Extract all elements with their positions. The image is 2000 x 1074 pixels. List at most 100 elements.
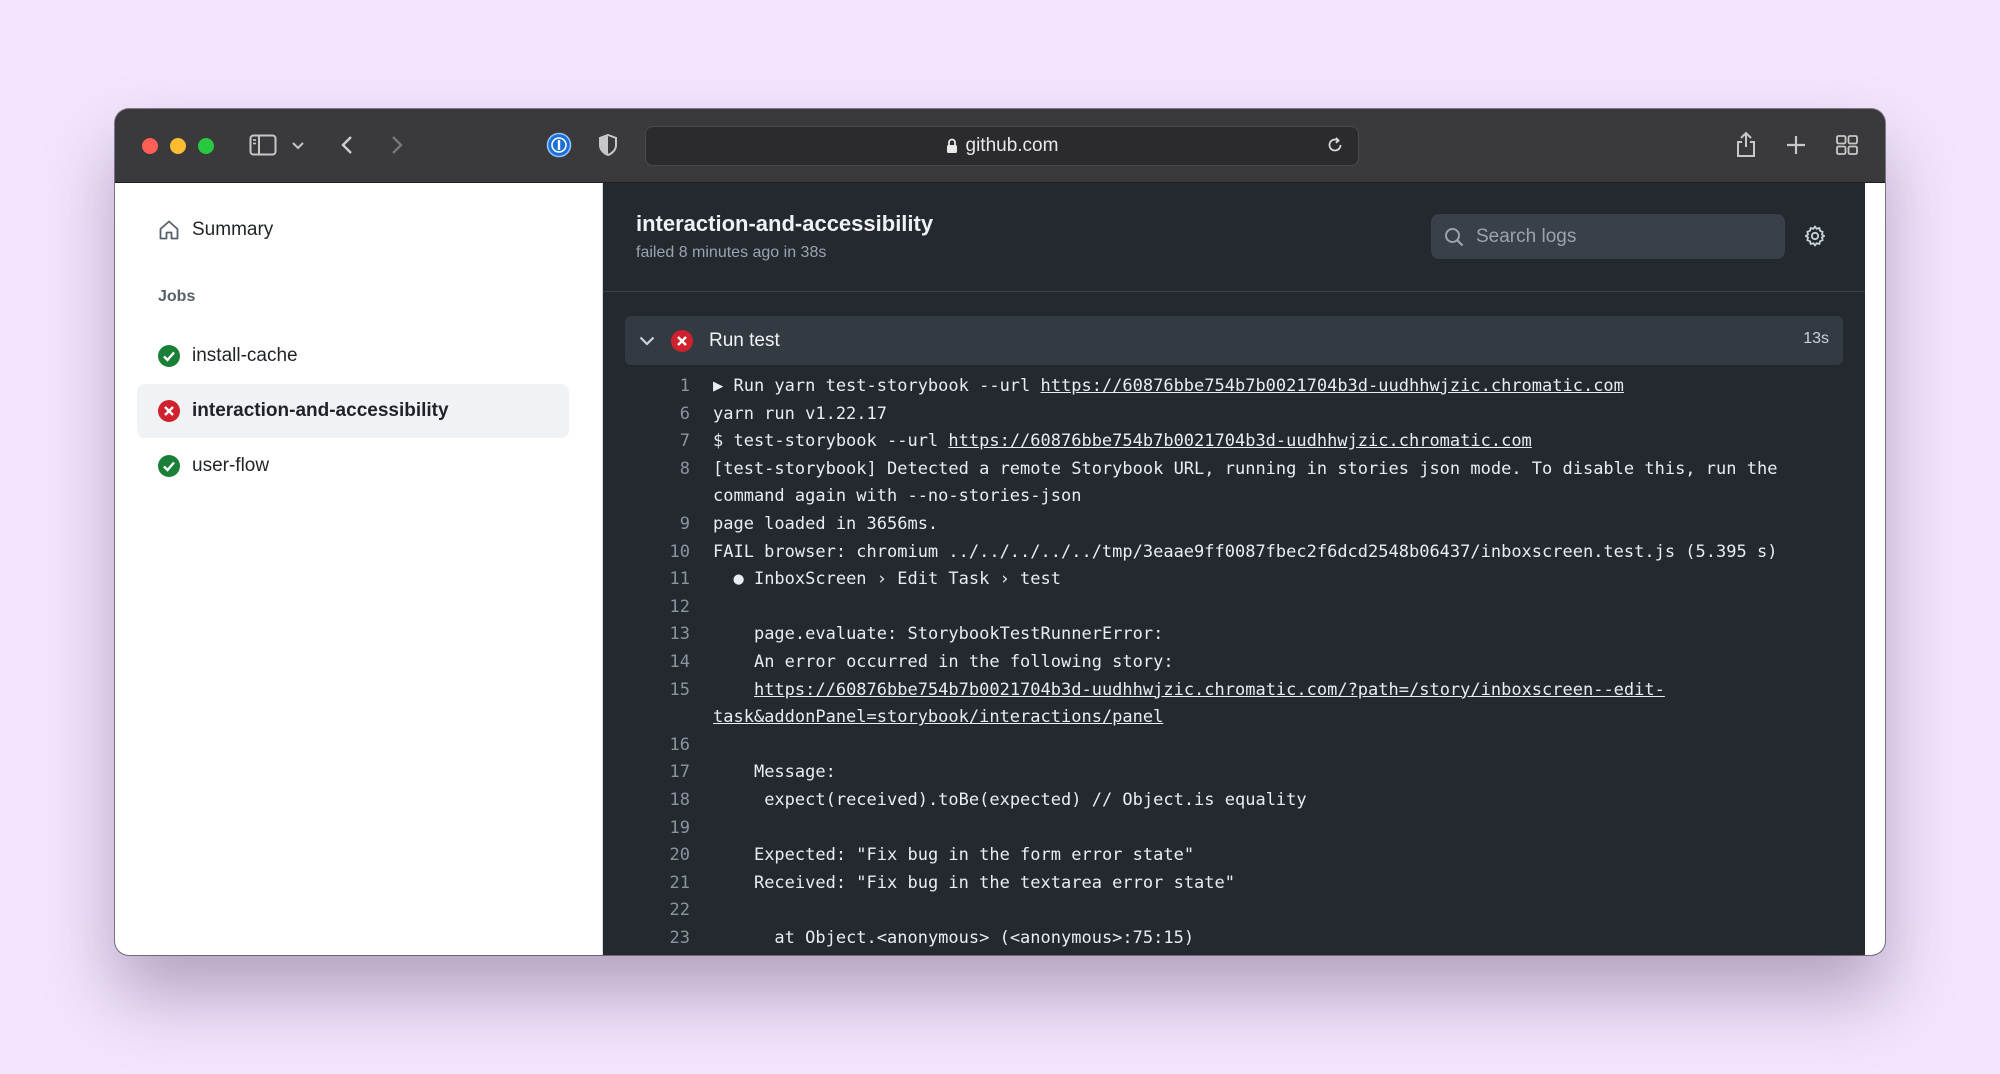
line-number[interactable]: 19 bbox=[603, 815, 690, 843]
log-link[interactable]: https://60876bbe754b7b0021704b3d-uudhhwj… bbox=[948, 431, 1531, 451]
line-number[interactable]: 10 bbox=[603, 539, 690, 567]
log-line: 15 https://60876bbe754b7b0021704b3d-uudh… bbox=[603, 677, 1865, 732]
line-number[interactable]: 6 bbox=[603, 401, 690, 429]
minimize-window-button[interactable] bbox=[170, 138, 186, 154]
log-text-content: at Object.<anonymous> (<anonymous>:75:15… bbox=[713, 927, 1195, 948]
job-title: interaction-and-accessibility bbox=[636, 211, 934, 236]
new-tab-icon[interactable] bbox=[1785, 134, 1807, 156]
gear-icon[interactable] bbox=[1804, 225, 1826, 247]
chevron-down-icon[interactable] bbox=[291, 139, 305, 153]
log-text: An error occurred in the following story… bbox=[690, 649, 1833, 677]
success-check-icon bbox=[158, 455, 180, 477]
line-number[interactable]: 11 bbox=[603, 566, 690, 594]
job-meta: failed 8 minutes ago in 38s bbox=[636, 244, 827, 261]
line-number[interactable]: 1 bbox=[603, 373, 690, 401]
job-label: user-flow bbox=[192, 455, 270, 476]
log-line: 9 page loaded in 3656ms. bbox=[603, 511, 1865, 539]
log-text-content: [test-storybook] Detected a remote Story… bbox=[713, 458, 1788, 507]
log-text: at Object.<anonymous> (<anonymous>:75:15… bbox=[690, 925, 1833, 953]
address-bar[interactable]: github.com bbox=[645, 126, 1359, 166]
log-text: [test-storybook] Detected a remote Story… bbox=[690, 456, 1833, 511]
line-number[interactable]: 13 bbox=[603, 621, 690, 649]
log-line: 14 An error occurred in the following st… bbox=[603, 649, 1865, 677]
failure-x-icon bbox=[671, 329, 693, 352]
log-line: 8 [test-storybook] Detected a remote Stor… bbox=[603, 456, 1865, 511]
shield-icon[interactable] bbox=[597, 133, 619, 157]
log-line: 12 bbox=[603, 594, 1865, 622]
line-number[interactable]: 17 bbox=[603, 759, 690, 787]
job-log-panel: interaction-and-accessibility failed 8 m… bbox=[603, 183, 1865, 955]
forward-icon[interactable] bbox=[387, 133, 407, 157]
summary-label: Summary bbox=[192, 219, 274, 240]
home-icon bbox=[158, 219, 180, 241]
job-item-interaction-and-accessibility[interactable]: interaction-and-accessibility bbox=[137, 384, 569, 438]
sidebar-icon[interactable] bbox=[248, 133, 278, 157]
log-text-content: Message: bbox=[713, 762, 836, 783]
step-name: Run test bbox=[709, 329, 780, 351]
line-number[interactable]: 16 bbox=[603, 732, 690, 760]
line-number[interactable]: 22 bbox=[603, 897, 690, 925]
log-output: 1 ▶ Run yarn test-storybook --url https:/… bbox=[603, 373, 1865, 952]
line-number[interactable]: 20 bbox=[603, 842, 690, 870]
log-text-content: FAIL browser: chromium ../../../../../tm… bbox=[713, 541, 1778, 562]
workflow-sidebar: Summary Jobs install-cache interaction-a… bbox=[115, 183, 603, 955]
job-item-user-flow[interactable]: user-flow bbox=[137, 439, 569, 493]
log-line: 7 $ test-storybook --url https://60876bbe… bbox=[603, 428, 1865, 456]
job-label: install-cache bbox=[192, 345, 298, 366]
back-icon[interactable] bbox=[337, 133, 357, 157]
log-line: 18 expect(received).toBe(expected) // Ob… bbox=[603, 787, 1865, 815]
step-header-run-test[interactable]: Run test 13s bbox=[625, 316, 1843, 365]
search-placeholder: Search logs bbox=[1476, 225, 1577, 247]
line-number[interactable]: 7 bbox=[603, 428, 690, 456]
log-text-content bbox=[713, 680, 754, 700]
success-check-icon bbox=[158, 345, 180, 367]
log-link[interactable]: https://60876bbe754b7b0021704b3d-uudhhwj… bbox=[713, 680, 1665, 728]
log-link[interactable]: https://60876bbe754b7b0021704b3d-uudhhwj… bbox=[1041, 376, 1624, 396]
password-manager-icon[interactable] bbox=[545, 131, 573, 159]
job-item-install-cache[interactable]: install-cache bbox=[137, 329, 569, 383]
browser-window: github.com Summary Jobs install-cache in… bbox=[115, 109, 1885, 955]
log-line: 23 at Object.<anonymous> (<anonymous>:75… bbox=[603, 925, 1865, 953]
line-number[interactable]: 14 bbox=[603, 649, 690, 677]
log-text-content: Received: "Fix bug in the textarea error… bbox=[713, 872, 1235, 893]
log-text-content: ● InboxScreen › Edit Task › test bbox=[713, 569, 1061, 590]
log-text: Expected: "Fix bug in the form error sta… bbox=[690, 842, 1833, 870]
log-line: 22 bbox=[603, 897, 1865, 925]
search-logs-input[interactable]: Search logs bbox=[1431, 214, 1785, 259]
step-duration: 13s bbox=[1803, 330, 1829, 347]
line-number[interactable]: 18 bbox=[603, 787, 690, 815]
header-divider bbox=[603, 291, 1865, 292]
log-line: 20 Expected: "Fix bug in the form error … bbox=[603, 842, 1865, 870]
log-line: 21 Received: "Fix bug in the textarea er… bbox=[603, 870, 1865, 898]
jobs-heading: Jobs bbox=[158, 288, 196, 305]
share-icon[interactable] bbox=[1734, 129, 1758, 159]
line-number[interactable]: 8 bbox=[603, 456, 690, 511]
summary-link[interactable]: Summary bbox=[158, 219, 273, 241]
log-text: expect(received).toBe(expected) // Objec… bbox=[690, 787, 1833, 815]
zoom-window-button[interactable] bbox=[198, 138, 214, 154]
log-text-content: page.evaluate: StorybookTestRunnerError: bbox=[713, 624, 1164, 645]
log-text: ● InboxScreen › Edit Task › test bbox=[690, 566, 1833, 594]
line-number[interactable]: 9 bbox=[603, 511, 690, 539]
lock-icon bbox=[946, 138, 958, 154]
reload-icon[interactable] bbox=[1326, 136, 1344, 160]
log-text-content: An error occurred in the following story… bbox=[713, 651, 1174, 672]
log-line: 13 page.evaluate: StorybookTestRunnerErr… bbox=[603, 621, 1865, 649]
scrollbar[interactable] bbox=[1865, 183, 1885, 955]
job-label: interaction-and-accessibility bbox=[192, 400, 449, 421]
tab-overview-icon[interactable] bbox=[1835, 134, 1859, 156]
close-window-button[interactable] bbox=[142, 138, 158, 154]
search-icon bbox=[1444, 227, 1464, 247]
line-number[interactable]: 21 bbox=[603, 870, 690, 898]
line-number[interactable]: 15 bbox=[603, 677, 690, 732]
log-line: 19 bbox=[603, 815, 1865, 843]
line-number[interactable]: 12 bbox=[603, 594, 690, 622]
log-line: 10 FAIL browser: chromium ../../../../../… bbox=[603, 539, 1865, 567]
chevron-down-icon[interactable] bbox=[639, 336, 655, 346]
line-number[interactable]: 23 bbox=[603, 925, 690, 953]
failure-x-icon bbox=[158, 400, 180, 422]
log-text: page loaded in 3656ms. bbox=[690, 511, 1833, 539]
log-line: 1 ▶ Run yarn test-storybook --url https:/… bbox=[603, 373, 1865, 401]
